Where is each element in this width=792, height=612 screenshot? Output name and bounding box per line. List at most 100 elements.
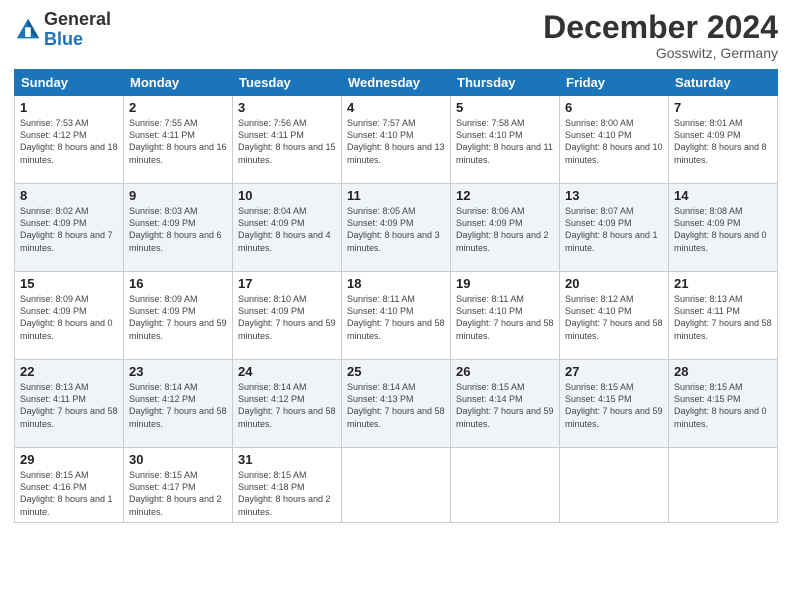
col-wednesday: Wednesday xyxy=(342,70,451,96)
col-tuesday: Tuesday xyxy=(233,70,342,96)
cell-info: Sunrise: 8:12 AMSunset: 4:10 PMDaylight:… xyxy=(565,294,663,340)
table-row: 30 Sunrise: 8:15 AMSunset: 4:17 PMDaylig… xyxy=(124,448,233,523)
table-row: 28 Sunrise: 8:15 AMSunset: 4:15 PMDaylig… xyxy=(669,360,778,448)
calendar-header-row: Sunday Monday Tuesday Wednesday Thursday… xyxy=(15,70,778,96)
day-number: 14 xyxy=(674,188,772,203)
table-row: 26 Sunrise: 8:15 AMSunset: 4:14 PMDaylig… xyxy=(451,360,560,448)
cell-info: Sunrise: 8:15 AMSunset: 4:18 PMDaylight:… xyxy=(238,470,331,516)
cell-info: Sunrise: 8:15 AMSunset: 4:16 PMDaylight:… xyxy=(20,470,113,516)
day-number: 2 xyxy=(129,100,227,115)
cell-info: Sunrise: 7:58 AMSunset: 4:10 PMDaylight:… xyxy=(456,118,553,164)
day-number: 20 xyxy=(565,276,663,291)
month-title: December 2024 xyxy=(543,10,778,45)
day-number: 13 xyxy=(565,188,663,203)
col-sunday: Sunday xyxy=(15,70,124,96)
table-row: 21 Sunrise: 8:13 AMSunset: 4:11 PMDaylig… xyxy=(669,272,778,360)
cell-info: Sunrise: 8:00 AMSunset: 4:10 PMDaylight:… xyxy=(565,118,663,164)
table-row: 13 Sunrise: 8:07 AMSunset: 4:09 PMDaylig… xyxy=(560,184,669,272)
day-number: 23 xyxy=(129,364,227,379)
day-number: 1 xyxy=(20,100,118,115)
table-row: 20 Sunrise: 8:12 AMSunset: 4:10 PMDaylig… xyxy=(560,272,669,360)
table-row: 4 Sunrise: 7:57 AMSunset: 4:10 PMDayligh… xyxy=(342,96,451,184)
day-number: 9 xyxy=(129,188,227,203)
day-number: 16 xyxy=(129,276,227,291)
table-row: 12 Sunrise: 8:06 AMSunset: 4:09 PMDaylig… xyxy=(451,184,560,272)
day-number: 27 xyxy=(565,364,663,379)
cell-info: Sunrise: 8:02 AMSunset: 4:09 PMDaylight:… xyxy=(20,206,113,252)
day-number: 19 xyxy=(456,276,554,291)
cell-info: Sunrise: 8:04 AMSunset: 4:09 PMDaylight:… xyxy=(238,206,331,252)
table-row: 22 Sunrise: 8:13 AMSunset: 4:11 PMDaylig… xyxy=(15,360,124,448)
logo: General Blue xyxy=(14,10,111,50)
table-row: 24 Sunrise: 8:14 AMSunset: 4:12 PMDaylig… xyxy=(233,360,342,448)
table-row: 8 Sunrise: 8:02 AMSunset: 4:09 PMDayligh… xyxy=(15,184,124,272)
day-number: 5 xyxy=(456,100,554,115)
col-friday: Friday xyxy=(560,70,669,96)
day-number: 6 xyxy=(565,100,663,115)
day-number: 7 xyxy=(674,100,772,115)
table-row: 7 Sunrise: 8:01 AMSunset: 4:09 PMDayligh… xyxy=(669,96,778,184)
day-number: 22 xyxy=(20,364,118,379)
cell-info: Sunrise: 8:03 AMSunset: 4:09 PMDaylight:… xyxy=(129,206,222,252)
day-number: 11 xyxy=(347,188,445,203)
cell-info: Sunrise: 8:06 AMSunset: 4:09 PMDaylight:… xyxy=(456,206,549,252)
table-row: 25 Sunrise: 8:14 AMSunset: 4:13 PMDaylig… xyxy=(342,360,451,448)
logo-text: General Blue xyxy=(44,10,111,50)
table-row: 23 Sunrise: 8:14 AMSunset: 4:12 PMDaylig… xyxy=(124,360,233,448)
cell-info: Sunrise: 7:56 AMSunset: 4:11 PMDaylight:… xyxy=(238,118,336,164)
calendar: Sunday Monday Tuesday Wednesday Thursday… xyxy=(14,69,778,523)
table-row: 1 Sunrise: 7:53 AMSunset: 4:12 PMDayligh… xyxy=(15,96,124,184)
cell-info: Sunrise: 8:13 AMSunset: 4:11 PMDaylight:… xyxy=(674,294,772,340)
table-row: 17 Sunrise: 8:10 AMSunset: 4:09 PMDaylig… xyxy=(233,272,342,360)
table-row: 5 Sunrise: 7:58 AMSunset: 4:10 PMDayligh… xyxy=(451,96,560,184)
cell-info: Sunrise: 8:05 AMSunset: 4:09 PMDaylight:… xyxy=(347,206,440,252)
table-row xyxy=(342,448,451,523)
day-number: 31 xyxy=(238,452,336,467)
cell-info: Sunrise: 8:13 AMSunset: 4:11 PMDaylight:… xyxy=(20,382,118,428)
cell-info: Sunrise: 8:11 AMSunset: 4:10 PMDaylight:… xyxy=(347,294,445,340)
day-number: 3 xyxy=(238,100,336,115)
day-number: 10 xyxy=(238,188,336,203)
day-number: 28 xyxy=(674,364,772,379)
logo-general: General xyxy=(44,9,111,29)
day-number: 26 xyxy=(456,364,554,379)
table-row: 18 Sunrise: 8:11 AMSunset: 4:10 PMDaylig… xyxy=(342,272,451,360)
table-row: 29 Sunrise: 8:15 AMSunset: 4:16 PMDaylig… xyxy=(15,448,124,523)
cell-info: Sunrise: 7:55 AMSunset: 4:11 PMDaylight:… xyxy=(129,118,227,164)
cell-info: Sunrise: 8:14 AMSunset: 4:13 PMDaylight:… xyxy=(347,382,445,428)
cell-info: Sunrise: 8:09 AMSunset: 4:09 PMDaylight:… xyxy=(20,294,113,340)
cell-info: Sunrise: 8:01 AMSunset: 4:09 PMDaylight:… xyxy=(674,118,767,164)
table-row: 10 Sunrise: 8:04 AMSunset: 4:09 PMDaylig… xyxy=(233,184,342,272)
header: General Blue December 2024 Gosswitz, Ger… xyxy=(14,10,778,61)
day-number: 21 xyxy=(674,276,772,291)
col-saturday: Saturday xyxy=(669,70,778,96)
location: Gosswitz, Germany xyxy=(543,45,778,61)
col-thursday: Thursday xyxy=(451,70,560,96)
cell-info: Sunrise: 8:14 AMSunset: 4:12 PMDaylight:… xyxy=(129,382,227,428)
col-monday: Monday xyxy=(124,70,233,96)
cell-info: Sunrise: 8:11 AMSunset: 4:10 PMDaylight:… xyxy=(456,294,554,340)
table-row xyxy=(451,448,560,523)
table-row: 27 Sunrise: 8:15 AMSunset: 4:15 PMDaylig… xyxy=(560,360,669,448)
cell-info: Sunrise: 7:53 AMSunset: 4:12 PMDaylight:… xyxy=(20,118,118,164)
logo-icon xyxy=(14,16,42,44)
day-number: 18 xyxy=(347,276,445,291)
cell-info: Sunrise: 8:07 AMSunset: 4:09 PMDaylight:… xyxy=(565,206,658,252)
day-number: 15 xyxy=(20,276,118,291)
logo-blue: Blue xyxy=(44,29,83,49)
cell-info: Sunrise: 8:08 AMSunset: 4:09 PMDaylight:… xyxy=(674,206,767,252)
day-number: 17 xyxy=(238,276,336,291)
day-number: 29 xyxy=(20,452,118,467)
table-row: 14 Sunrise: 8:08 AMSunset: 4:09 PMDaylig… xyxy=(669,184,778,272)
table-row: 19 Sunrise: 8:11 AMSunset: 4:10 PMDaylig… xyxy=(451,272,560,360)
day-number: 30 xyxy=(129,452,227,467)
table-row: 16 Sunrise: 8:09 AMSunset: 4:09 PMDaylig… xyxy=(124,272,233,360)
title-block: December 2024 Gosswitz, Germany xyxy=(543,10,778,61)
table-row: 9 Sunrise: 8:03 AMSunset: 4:09 PMDayligh… xyxy=(124,184,233,272)
day-number: 4 xyxy=(347,100,445,115)
cell-info: Sunrise: 8:15 AMSunset: 4:14 PMDaylight:… xyxy=(456,382,554,428)
table-row: 11 Sunrise: 8:05 AMSunset: 4:09 PMDaylig… xyxy=(342,184,451,272)
cell-info: Sunrise: 8:15 AMSunset: 4:17 PMDaylight:… xyxy=(129,470,222,516)
cell-info: Sunrise: 8:15 AMSunset: 4:15 PMDaylight:… xyxy=(674,382,767,428)
table-row: 15 Sunrise: 8:09 AMSunset: 4:09 PMDaylig… xyxy=(15,272,124,360)
